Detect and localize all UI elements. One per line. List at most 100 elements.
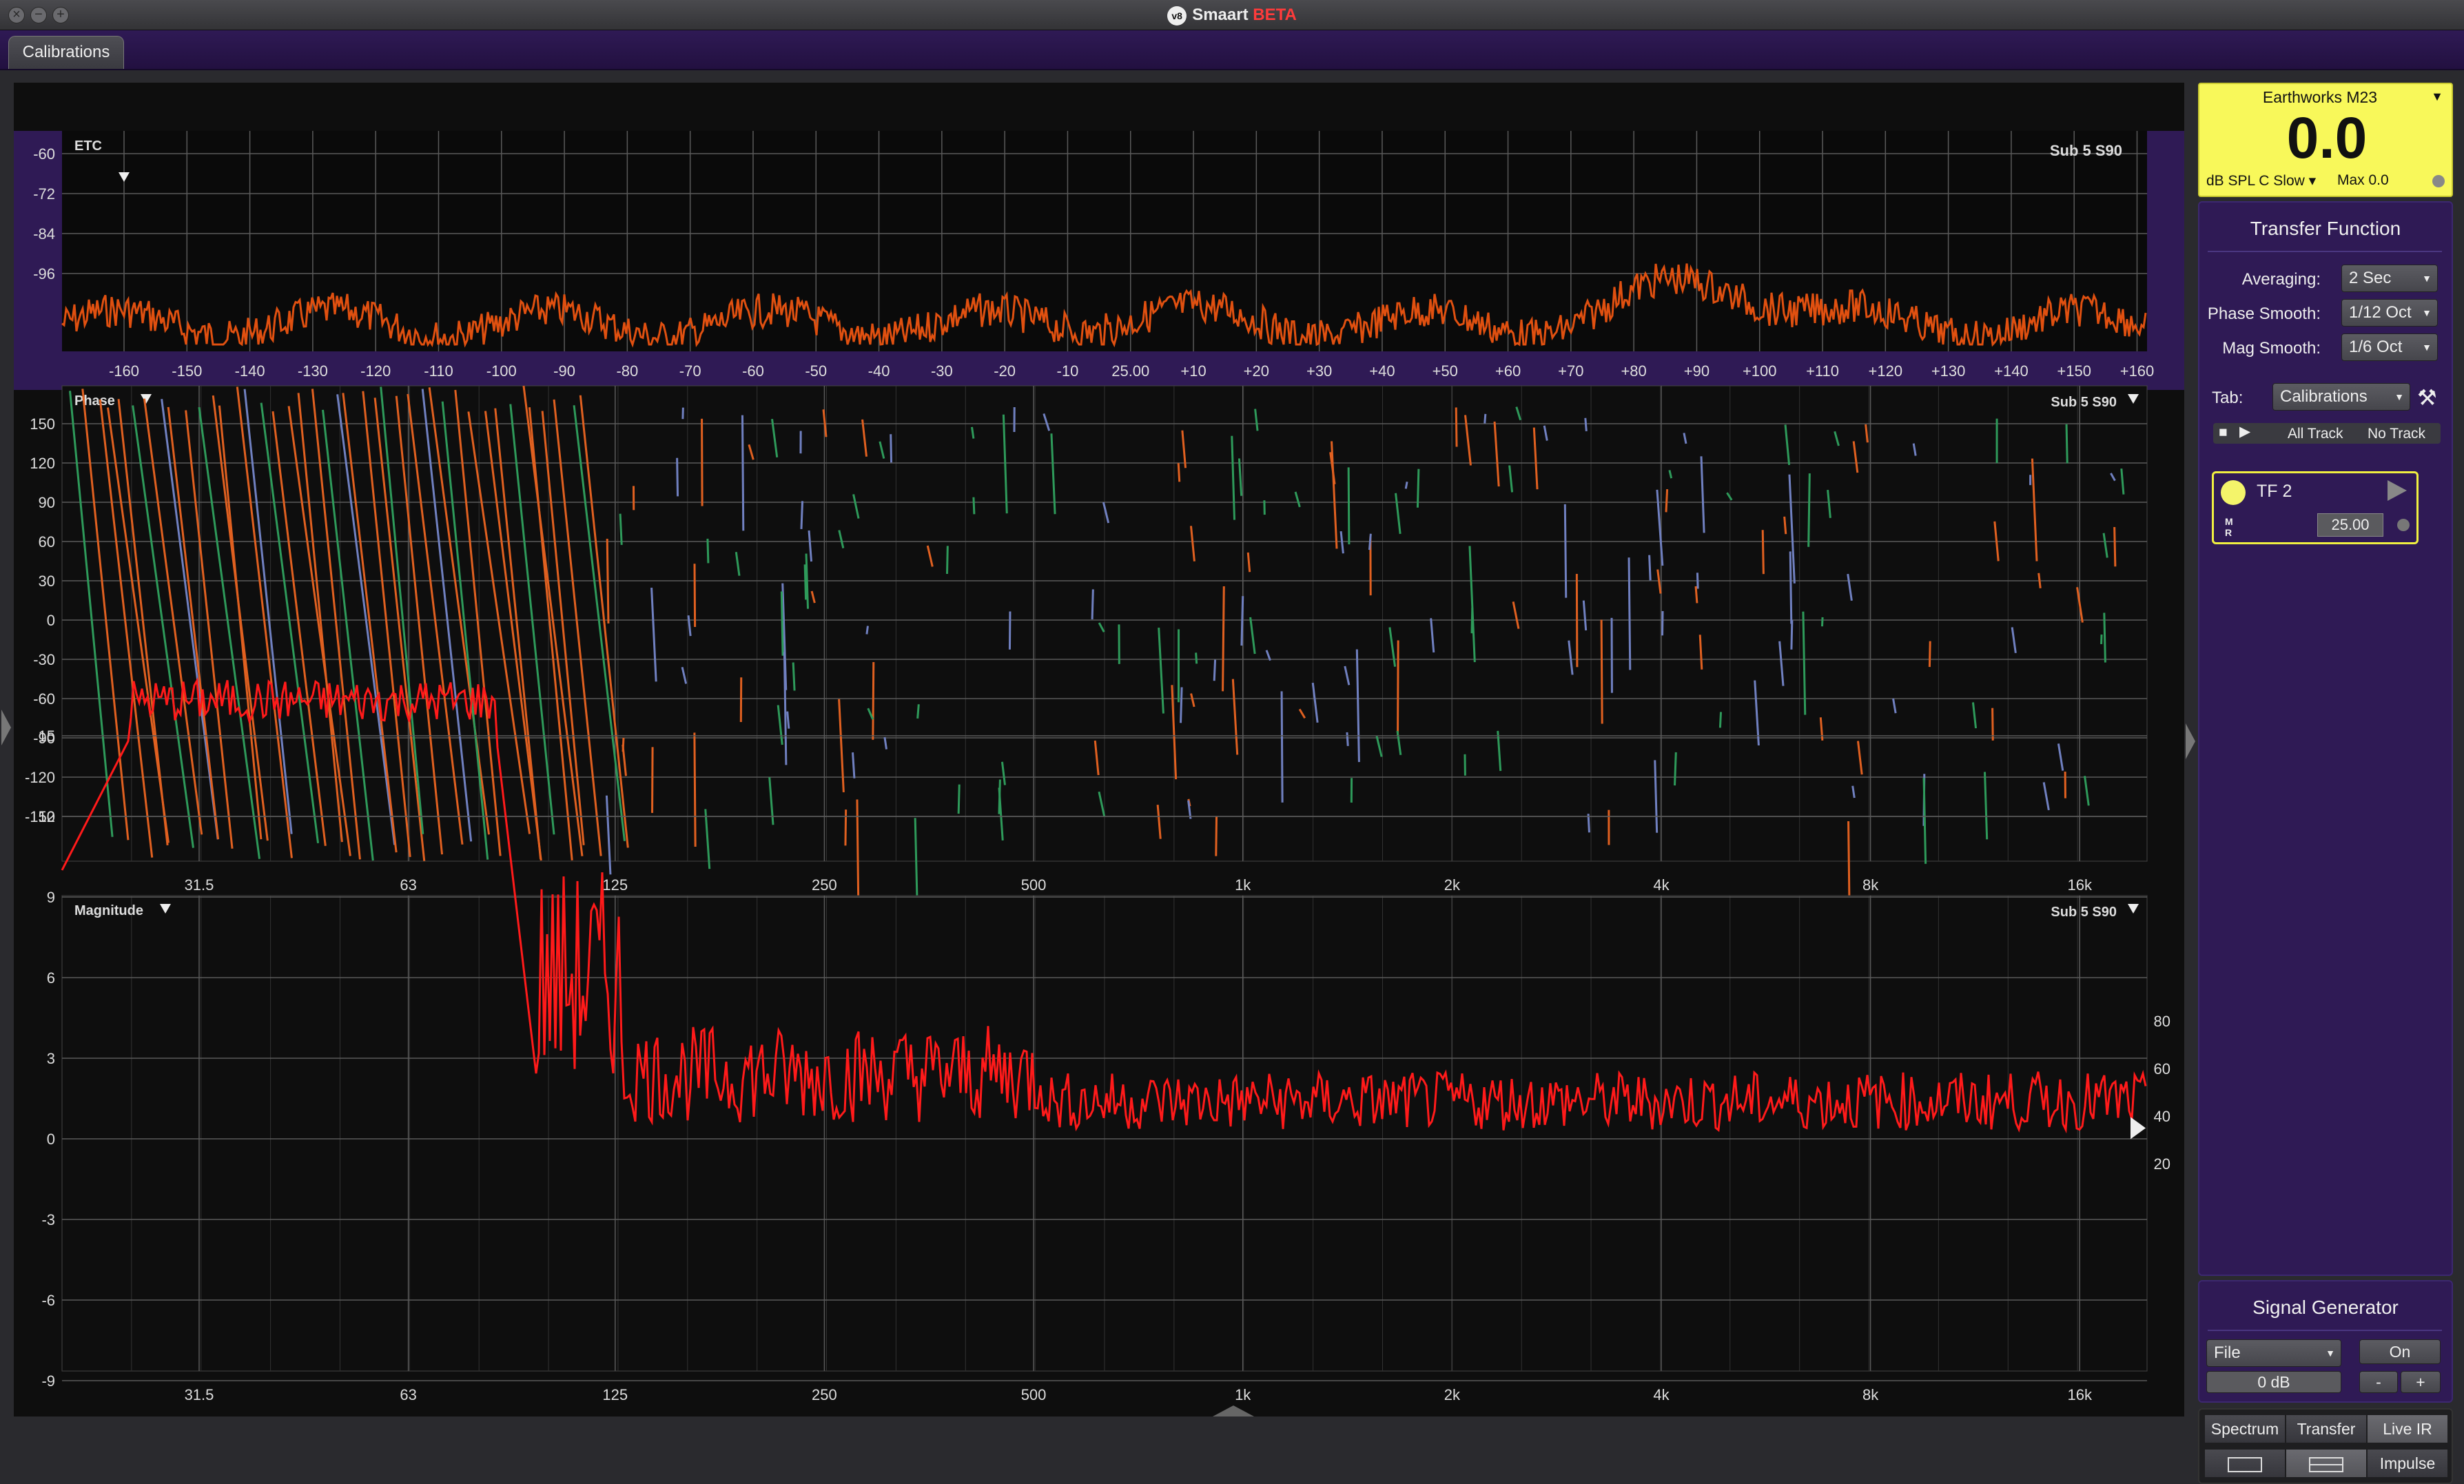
left-panel-handle[interactable] xyxy=(1,710,11,745)
plots-canvas[interactable]: -160-150-140-130-120-110-100-90-80-70-60… xyxy=(14,83,2184,1416)
plot-area[interactable]: -160-150-140-130-120-110-100-90-80-70-60… xyxy=(14,83,2184,1416)
magnitude-trace-name: Sub 5 S90 xyxy=(2051,905,2117,920)
phase-trace-segment xyxy=(1398,640,1399,736)
single-plot-layout-button[interactable] xyxy=(2205,1450,2285,1477)
magnitude-y-tick-label: 12 xyxy=(39,808,55,825)
phase-trace-segment xyxy=(801,501,803,529)
meter-reset-icon[interactable] xyxy=(2432,175,2445,187)
phase-trace-segment xyxy=(891,434,892,462)
phase-trace-segment xyxy=(1666,489,1667,512)
magnitude-x-tick-label: 2k xyxy=(1444,1386,1461,1403)
etc-x-tick-label: -120 xyxy=(360,362,391,380)
app-name: Smaart xyxy=(1192,6,1248,24)
phase-trace-segment xyxy=(1223,586,1224,691)
measurement-play-icon[interactable] xyxy=(2388,480,2407,501)
phase-trace-segment xyxy=(1417,469,1418,508)
app-logo: v8 xyxy=(1167,6,1187,25)
magnitude-y-tick-label: 9 xyxy=(47,889,55,906)
delay-field[interactable]: 25.00 xyxy=(2317,513,2383,537)
magnitude-y-tick-label: 0 xyxy=(47,1131,55,1148)
tools-icon[interactable]: ⚒ xyxy=(2417,384,2437,411)
magnitude-x-tick-label: 16k xyxy=(2068,1386,2093,1403)
phase-trace-segment xyxy=(1348,467,1349,544)
phase-trace-segment xyxy=(1009,611,1010,649)
mag-smooth-value: 1/6 Oct xyxy=(2349,338,2402,356)
etc-x-tick-label: -140 xyxy=(235,362,265,380)
spectrum-mode-button[interactable]: Spectrum xyxy=(2205,1415,2285,1443)
phase-trace-segment xyxy=(1092,589,1093,619)
phase-y-tick-label: 0 xyxy=(47,612,55,629)
measurement-color-dot[interactable] xyxy=(2221,480,2246,505)
phase-plot: 31.5631252505001k2k4k8k16k1501209060300-… xyxy=(25,386,2147,917)
tab-dropdown[interactable]: Calibrations▼ xyxy=(2272,383,2410,411)
phase-trace-segment xyxy=(1790,551,1791,624)
tab-calibrations[interactable]: Calibrations xyxy=(8,36,124,69)
mag-smooth-dropdown[interactable]: 1/6 Oct▼ xyxy=(2341,333,2438,361)
delay-indicator-icon[interactable] xyxy=(2397,519,2410,531)
phase-trace-name: Sub 5 S90 xyxy=(2051,395,2117,410)
divider xyxy=(2208,1330,2442,1331)
phase-y-tick-label: -120 xyxy=(25,769,55,786)
phase-x-tick-label: 250 xyxy=(812,876,837,894)
meter-unit[interactable]: dB SPL C Slow ▾ xyxy=(2206,172,2316,189)
signal-generator-title: Signal Generator xyxy=(2199,1297,2452,1319)
play-icon[interactable]: ▶ xyxy=(2239,423,2250,440)
magnitude-y2-tick-label: 80 xyxy=(2154,1013,2170,1030)
magnitude-x-tick-label: 500 xyxy=(1021,1386,1047,1403)
etc-x-tick-label: -80 xyxy=(616,362,638,380)
averaging-value: 2 Sec xyxy=(2349,269,2391,287)
etc-x-tick-label: -30 xyxy=(931,362,953,380)
meter-source[interactable]: Earthworks M23 xyxy=(2199,88,2441,107)
phase-trace-segment xyxy=(1697,573,1698,588)
tab-bar: Calibrations xyxy=(0,30,2464,70)
impulse-mode-button[interactable]: Impulse xyxy=(2368,1450,2447,1477)
etc-x-tick-label: -100 xyxy=(486,362,517,380)
phase-trace-segment xyxy=(1696,586,1697,603)
all-track-button[interactable]: All Track xyxy=(2288,426,2343,442)
averaging-dropdown[interactable]: 2 Sec ▼ xyxy=(2341,265,2438,292)
phase-trace-segment xyxy=(1929,641,1930,667)
tab-value: Calibrations xyxy=(2280,387,2368,406)
generator-level-field[interactable]: 0 dB xyxy=(2206,1371,2341,1393)
etc-x-tick-label: +150 xyxy=(2057,362,2091,380)
phase-trace-segment xyxy=(1809,473,1810,547)
magnitude-x-tick-label: 250 xyxy=(812,1386,837,1403)
phase-smooth-dropdown[interactable]: 1/12 Oct▼ xyxy=(2341,299,2438,327)
phase-x-tick-label: 2k xyxy=(1444,876,1461,894)
transfer-mode-button[interactable]: Transfer xyxy=(2286,1415,2366,1443)
single-plot-icon xyxy=(2228,1457,2262,1472)
phase-trace-segment xyxy=(742,415,743,531)
dual-plot-layout-button[interactable] xyxy=(2286,1450,2366,1477)
meter-source-dropdown-icon[interactable]: ▼ xyxy=(2431,90,2443,104)
etc-trace-name: Sub 5 S90 xyxy=(2050,142,2122,159)
etc-y-tick-label: -60 xyxy=(33,145,55,163)
r-label: R xyxy=(2225,527,2233,538)
phase-trace-segment xyxy=(1456,407,1457,446)
etc-x-tick-label: -10 xyxy=(1057,362,1079,380)
etc-x-tick-label: +20 xyxy=(1244,362,1269,380)
generator-on-button[interactable]: On xyxy=(2359,1339,2441,1364)
mag-smooth-label: Mag Smooth: xyxy=(2222,339,2321,358)
measurement-tf2[interactable]: TF 2 MR 25.00 xyxy=(2212,471,2419,544)
phase-trace-segment xyxy=(1650,555,1651,581)
etc-x-tick-label: +90 xyxy=(1684,362,1710,380)
chevron-down-icon: ▼ xyxy=(2422,265,2432,291)
right-panel-handle[interactable] xyxy=(2186,723,2195,759)
etc-x-tick-label: -40 xyxy=(868,362,890,380)
etc-x-tick-label: +10 xyxy=(1180,362,1206,380)
phase-trace-segment xyxy=(1720,712,1721,728)
signal-source-dropdown[interactable]: File▼ xyxy=(2206,1339,2341,1367)
meter-max: Max 0.0 xyxy=(2337,172,2389,189)
transfer-function-panel: Transfer Function Averaging: 2 Sec▼ Phas… xyxy=(2198,201,2453,1276)
etc-x-tick-label: -130 xyxy=(298,362,328,380)
no-track-button[interactable]: No Track xyxy=(2368,426,2425,442)
phase-trace-segment xyxy=(1178,463,1179,482)
phase-trace-segment xyxy=(918,704,919,719)
live-ir-mode-button[interactable]: Live IR xyxy=(2368,1415,2447,1443)
phase-trace-segment xyxy=(677,458,678,497)
dual-plot-icon xyxy=(2309,1457,2343,1472)
spl-meter[interactable]: Earthworks M23 ▼ 0.0 dB SPL C Slow ▾ Max… xyxy=(2198,83,2453,197)
level-plus-button[interactable]: + xyxy=(2401,1371,2441,1393)
level-minus-button[interactable]: - xyxy=(2359,1371,2398,1393)
stop-icon[interactable]: ■ xyxy=(2219,424,2228,441)
